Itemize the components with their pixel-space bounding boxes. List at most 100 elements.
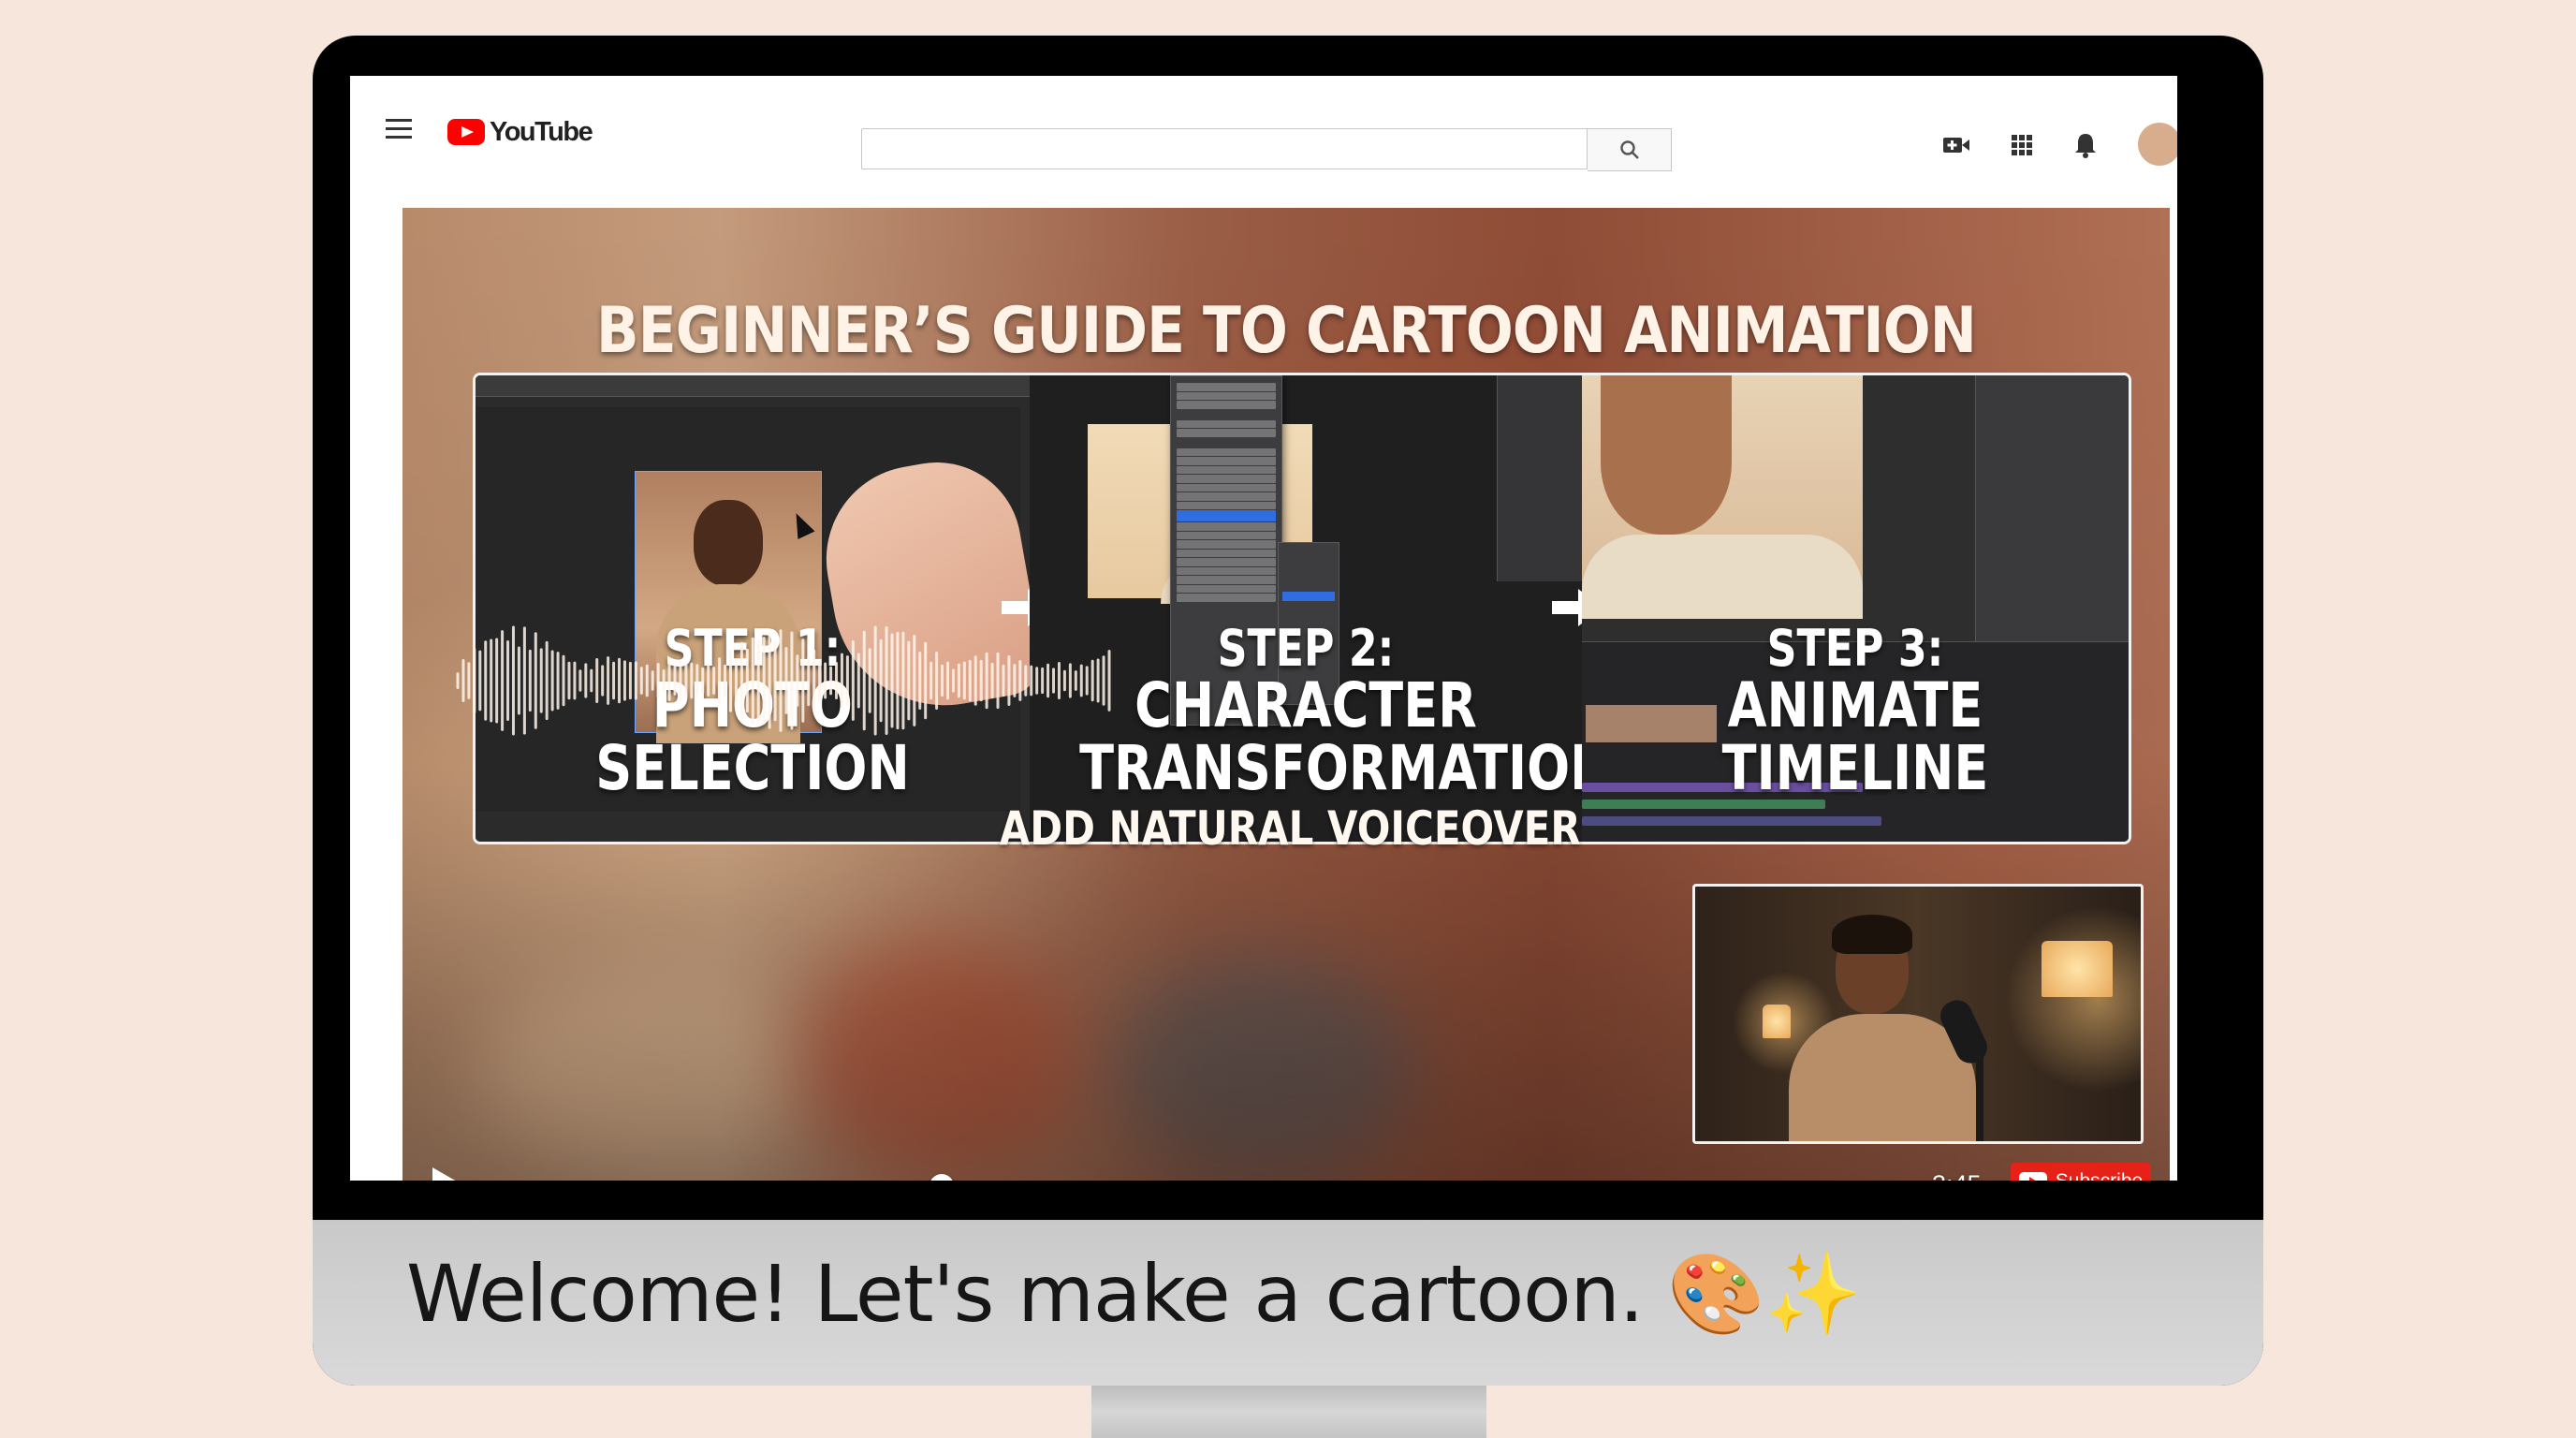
search-button[interactable] xyxy=(1588,128,1672,171)
waveform-bar xyxy=(907,640,911,721)
search-icon xyxy=(1620,140,1639,159)
waveform-bar xyxy=(718,657,722,704)
waveform-bar xyxy=(667,660,671,701)
waveform-bar xyxy=(1085,666,1089,696)
waveform-bar xyxy=(673,666,677,696)
waveform-bar xyxy=(662,669,666,692)
waveform-bar xyxy=(745,648,749,713)
time-display: 3:45 xyxy=(1932,1170,1982,1181)
video-camera-icon xyxy=(1943,138,1969,153)
waveform-bar xyxy=(868,648,871,713)
notification-bell-icon xyxy=(2075,134,2096,158)
step-3-panel: STEP 3: ANIMATE TIMELINE xyxy=(1582,375,2129,842)
waveform-bar xyxy=(639,667,643,695)
waveform-bar xyxy=(890,633,894,728)
waveform-bar xyxy=(851,640,855,721)
waveform-bar xyxy=(550,650,554,712)
waveform-bar xyxy=(690,662,694,699)
waveform-bar xyxy=(1068,663,1072,698)
avatar[interactable] xyxy=(2138,123,2177,166)
step-2-line-1: CHARACTER xyxy=(1134,669,1477,742)
mic-stand xyxy=(1976,1055,1983,1141)
search-input[interactable] xyxy=(861,128,1588,169)
waveform-bar xyxy=(545,640,549,721)
search-bar xyxy=(861,128,1588,171)
waveform-bar xyxy=(534,632,537,729)
step-2-number: STEP 2: xyxy=(1217,619,1395,678)
waveform-bar xyxy=(484,640,488,721)
waveform-bar xyxy=(796,654,799,707)
waveform-bar xyxy=(511,625,515,736)
waveform-bar xyxy=(506,640,510,721)
cartoonify-submenu-item[interactable] xyxy=(1282,592,1335,601)
waveform-bar xyxy=(996,652,1000,710)
waveform-bar xyxy=(522,626,526,735)
waveform-bar xyxy=(768,632,771,729)
waveform-bar xyxy=(751,637,754,725)
waveform-bar xyxy=(756,638,760,723)
properties-panel xyxy=(1497,375,1582,581)
desk-lamp xyxy=(1763,1005,1791,1038)
waveform-bar xyxy=(779,629,783,732)
waveform-bar xyxy=(773,639,777,722)
step-2-label: STEP 2: CHARACTER TRANSFORMATION xyxy=(1079,619,1582,800)
waveform-bar xyxy=(918,651,922,711)
step-3-line-2: TIMELINE xyxy=(1721,732,1989,805)
create-video-button[interactable] xyxy=(1938,126,1975,164)
waveform-bar xyxy=(634,661,637,700)
waveform-bar xyxy=(1096,658,1100,703)
waveform-bar xyxy=(835,661,839,700)
play-button[interactable] xyxy=(427,1165,459,1181)
subscribe-button[interactable]: Subscribe xyxy=(2011,1163,2151,1181)
browser-screen: YouTube BEGINNER’S GUIDE TO CARTOON ANIM… xyxy=(350,76,2177,1181)
video-player[interactable]: BEGINNER’S GUIDE TO CARTOON ANIMATION ST… xyxy=(402,208,2170,1181)
layers-panel xyxy=(1975,375,2129,656)
voiceover-label: ADD NATURAL VOICEOVER xyxy=(999,801,1581,856)
waveform-bar xyxy=(1079,664,1083,697)
waveform-bar xyxy=(913,635,916,726)
steps-frame: STEP 1: PHOTO SELECTION xyxy=(473,373,2131,844)
presenter-hair xyxy=(1832,915,1912,954)
top-bar: YouTube xyxy=(350,76,2177,188)
animated-portrait xyxy=(1582,375,1863,619)
waveform-bar xyxy=(962,661,966,700)
waveform-bar xyxy=(618,657,622,704)
waveform-bar xyxy=(607,656,610,705)
waveform-bar xyxy=(1046,663,1050,698)
waveform-bar xyxy=(1030,665,1033,697)
waveform-bar xyxy=(990,662,994,699)
apps-button[interactable] xyxy=(2003,126,2041,164)
waveform-bar xyxy=(645,664,649,697)
waveform-bar xyxy=(728,649,732,712)
waveform-bar xyxy=(656,663,660,698)
audio-waveform xyxy=(456,625,1111,736)
waveform-bar xyxy=(528,649,532,712)
waveform-bar xyxy=(707,665,710,697)
waveform-bar xyxy=(695,664,699,697)
cartoonify-menu-item[interactable] xyxy=(1177,510,1276,521)
monitor-chin: Welcome! Let's make a cartoon. 🎨✨ xyxy=(313,1220,2263,1386)
waveform-bar xyxy=(818,659,822,702)
waveform-bar xyxy=(651,670,654,691)
waveform-bar xyxy=(578,669,582,692)
waveform-bar xyxy=(539,648,543,713)
youtube-logo[interactable]: YouTube xyxy=(447,111,593,153)
waveform-bar xyxy=(807,654,811,707)
video-title: BEGINNER’S GUIDE TO CARTOON ANIMATION xyxy=(596,294,1977,368)
waveform-bar xyxy=(968,659,972,702)
waveform-bar xyxy=(1018,660,1022,701)
notifications-button[interactable] xyxy=(2067,126,2104,164)
waveform-bar xyxy=(762,637,766,725)
presenter-video-thumbnail xyxy=(1692,884,2144,1144)
menu-icon[interactable] xyxy=(386,113,414,151)
waveform-bar xyxy=(739,641,743,720)
waveform-bar xyxy=(517,646,520,715)
logo-text: YouTube xyxy=(490,116,593,147)
waveform-bar xyxy=(1102,655,1105,706)
waveform-bar xyxy=(1057,662,1061,699)
waveform-bar xyxy=(1013,664,1017,697)
step-3-number: STEP 3: xyxy=(1766,619,1944,678)
waveform-bar xyxy=(784,647,788,714)
waveform-bar xyxy=(941,664,944,697)
waveform-bar xyxy=(824,662,827,699)
